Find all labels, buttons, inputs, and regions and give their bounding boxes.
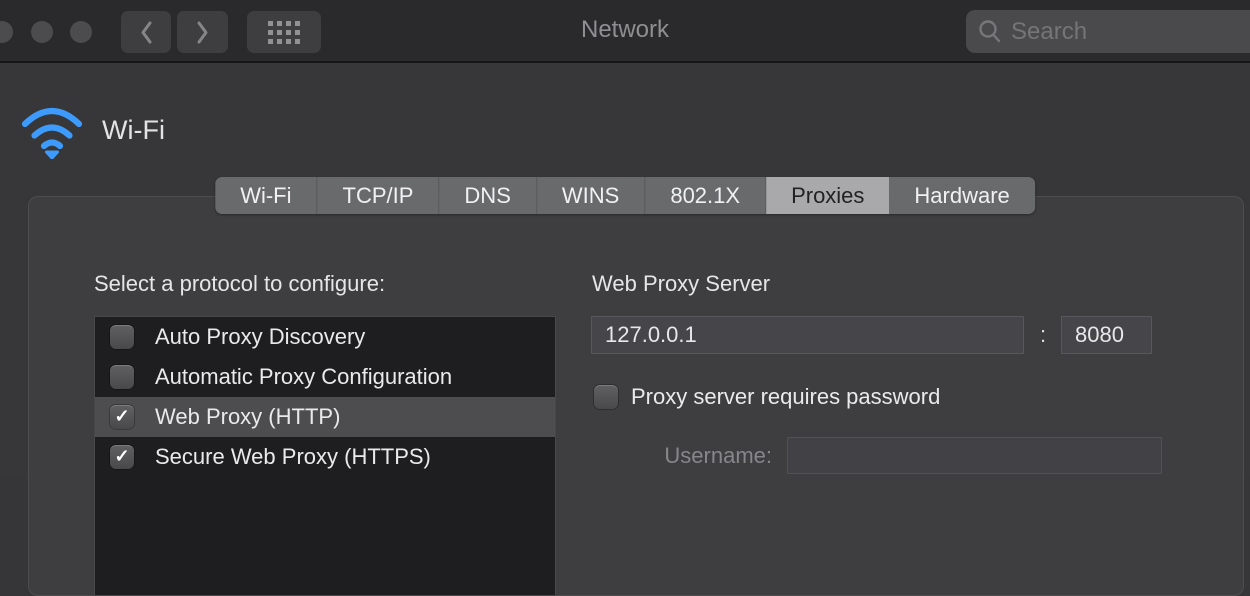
window-title: Network [581, 15, 669, 43]
requires-password-label: Proxy server requires password [631, 384, 940, 410]
tab-proxies[interactable]: Proxies [766, 177, 889, 214]
window-close-button[interactable] [0, 21, 13, 43]
grid-icon [268, 21, 300, 44]
back-button[interactable] [121, 11, 171, 53]
tab-hardware[interactable]: Hardware [889, 177, 1034, 214]
web-proxy-server-heading: Web Proxy Server [592, 271, 770, 297]
protocol-row-secure-web-proxy-https[interactable]: Secure Web Proxy (HTTPS) [95, 437, 555, 477]
search-icon [977, 19, 1003, 45]
tab-wi-fi[interactable]: Wi-Fi [215, 177, 317, 214]
unchecked-checkbox[interactable] [110, 325, 134, 349]
forward-button[interactable] [177, 11, 228, 53]
window-zoom-button[interactable] [70, 21, 92, 43]
username-label: Username: [594, 443, 772, 469]
connection-header: Wi-Fi [20, 101, 165, 159]
tab-bar: Wi-FiTCP/IPDNSWINS802.1XProxiesHardware [215, 177, 1035, 214]
proxy-port-value: 8080 [1075, 322, 1124, 348]
connection-name: Wi-Fi [102, 115, 165, 146]
proxy-host-value: 127.0.0.1 [605, 322, 697, 348]
proxy-port-field[interactable]: 8080 [1061, 316, 1152, 354]
username-field[interactable] [787, 437, 1162, 474]
tab-802-1x[interactable]: 802.1X [645, 177, 766, 214]
chevron-right-icon [195, 20, 210, 45]
search-input[interactable]: Search [966, 10, 1250, 53]
protocol-list-label: Select a protocol to configure: [94, 271, 385, 297]
requires-password-row[interactable]: Proxy server requires password [594, 384, 940, 410]
settings-panel: Select a protocol to configure: Auto Pro… [28, 196, 1244, 596]
title-bar: Network Search [0, 0, 1250, 63]
tab-dns[interactable]: DNS [439, 177, 536, 214]
protocol-row-web-proxy-http[interactable]: Web Proxy (HTTP) [95, 397, 555, 437]
protocol-row-automatic-proxy-configuration[interactable]: Automatic Proxy Configuration [95, 357, 555, 397]
show-all-button[interactable] [247, 11, 321, 53]
network-pane: Wi-Fi Select a protocol to configure: Au… [0, 63, 1250, 478]
unchecked-checkbox[interactable] [110, 365, 134, 389]
tab-wins[interactable]: WINS [537, 177, 645, 214]
checked-checkbox[interactable] [110, 445, 134, 469]
window-minimize-button[interactable] [31, 21, 53, 43]
protocol-list[interactable]: Auto Proxy Discovery Automatic Proxy Con… [94, 316, 556, 596]
requires-password-checkbox[interactable] [594, 385, 618, 409]
search-placeholder: Search [1011, 18, 1087, 46]
chevron-left-icon [139, 20, 154, 45]
host-port-separator: : [1035, 322, 1051, 348]
wifi-icon [20, 101, 84, 159]
protocol-row-auto-proxy-discovery[interactable]: Auto Proxy Discovery [95, 317, 555, 357]
proxy-host-field[interactable]: 127.0.0.1 [591, 316, 1024, 354]
username-row: Username: [594, 437, 1162, 474]
tab-tcp-ip[interactable]: TCP/IP [318, 177, 440, 214]
checked-checkbox[interactable] [110, 405, 134, 429]
